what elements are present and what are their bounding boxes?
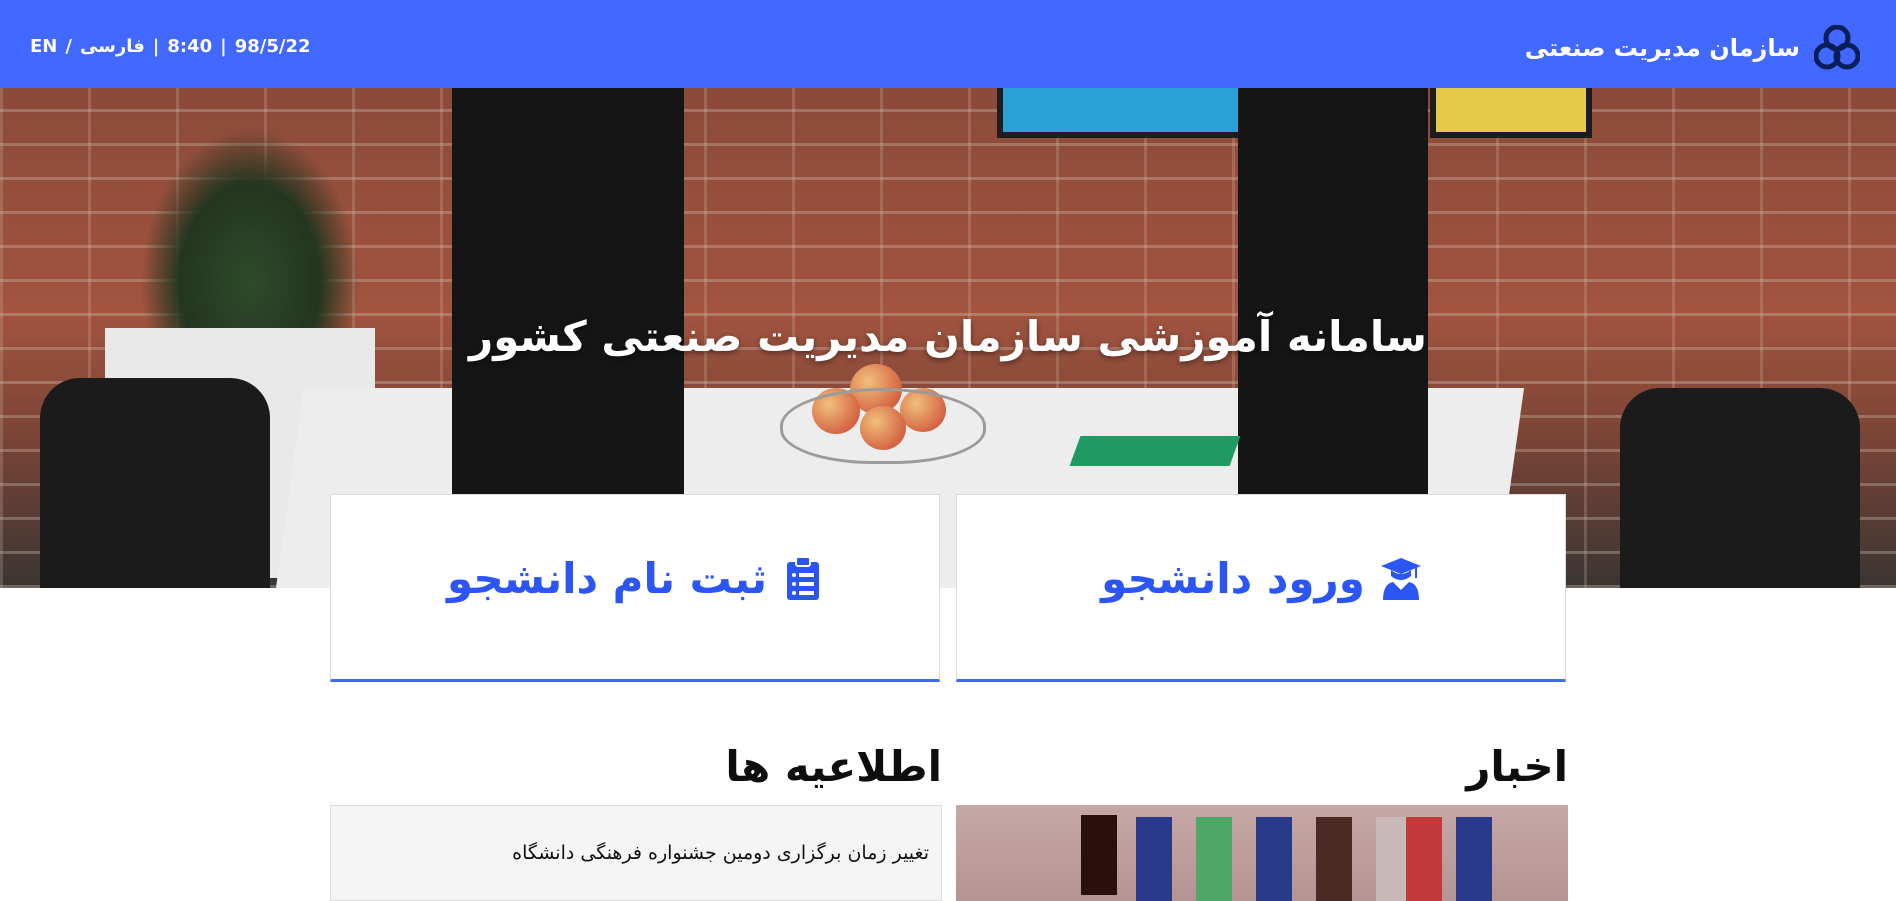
news-flag (1456, 817, 1492, 901)
hero-banner: سامانه آموزشی سازمان مدیریت صنعتی کشور (0, 88, 1896, 588)
news-flag (1196, 817, 1232, 901)
current-time: 8:40 (167, 36, 213, 57)
announcements-title: اطلاعیه ها (725, 742, 942, 791)
hero-booklet (1069, 436, 1241, 466)
news-display-board (1081, 815, 1117, 895)
current-date: 98/5/22 (234, 36, 311, 57)
separator: | (220, 36, 227, 57)
hero-chair (1620, 388, 1860, 588)
separator: | (152, 36, 160, 57)
news-flag (1136, 817, 1172, 901)
lang-en-link[interactable]: EN (30, 36, 57, 57)
student-login-card[interactable]: ورود دانشجو (956, 494, 1566, 682)
news-image[interactable] (956, 805, 1568, 901)
news-flag (1406, 817, 1442, 901)
hero-chair (40, 378, 270, 588)
lang-separator: / (65, 36, 72, 57)
news-title: اخبار (1466, 742, 1568, 791)
lang-fa-link[interactable]: فارسی (80, 36, 145, 57)
news-flag (1256, 817, 1292, 901)
hero-poster (1430, 88, 1592, 138)
hero-bowl (780, 388, 986, 464)
announcement-item[interactable]: تغییر زمان برگزاری دومین جشنواره فرهنگی … (512, 842, 929, 864)
graduate-icon (1380, 558, 1421, 600)
logo-icon (1814, 25, 1860, 70)
student-register-label: ثبت نام دانشجو (446, 553, 767, 603)
student-login-label: ورود دانشجو (1101, 553, 1365, 603)
site-name: سازمان مدیریت صنعتی (1524, 34, 1800, 62)
news-flag (1316, 817, 1352, 901)
announcements-list: تغییر زمان برگزاری دومین جشنواره فرهنگی … (330, 805, 942, 901)
hero-poster (997, 88, 1249, 138)
header-meta: EN / فارسی | 8:40 | 98/5/22 (30, 36, 311, 57)
top-bar: سازمان مدیریت صنعتی EN / فارسی | 8:40 | … (0, 0, 1896, 88)
hero-title: سامانه آموزشی سازمان مدیریت صنعتی کشور (469, 312, 1427, 361)
clipboard-list-icon (787, 556, 819, 600)
brand[interactable]: سازمان مدیریت صنعتی (1524, 25, 1860, 70)
student-register-card[interactable]: ثبت نام دانشجو (330, 494, 940, 682)
